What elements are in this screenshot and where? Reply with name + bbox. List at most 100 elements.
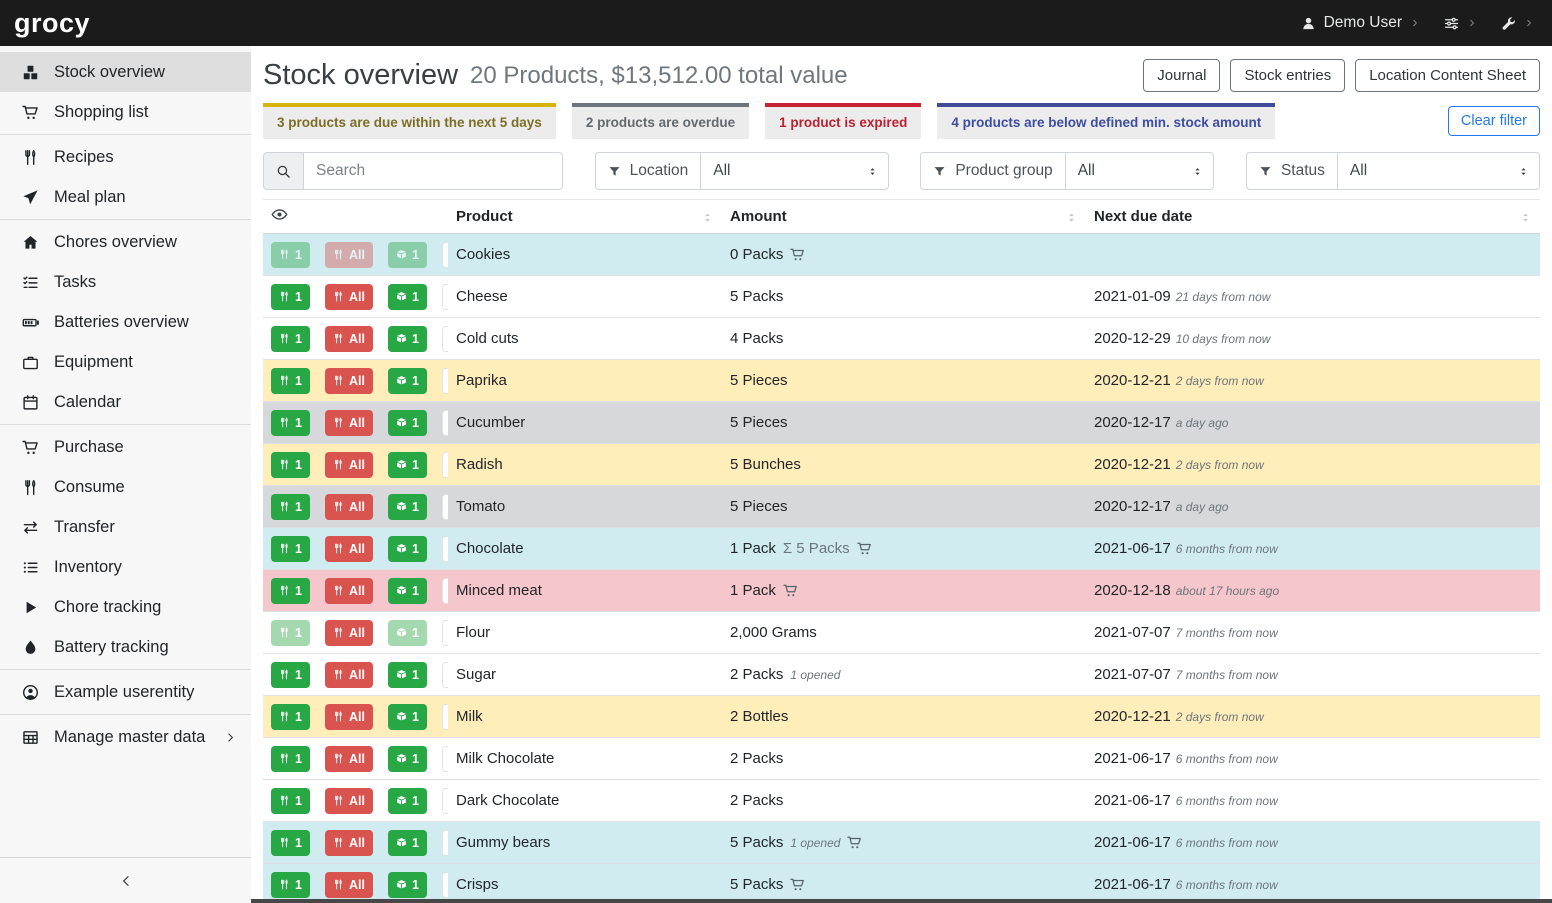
- consume-one-button[interactable]: 1: [271, 494, 310, 520]
- consume-one-button[interactable]: 1: [271, 242, 310, 268]
- row-menu-button[interactable]: [442, 326, 448, 352]
- filter-select[interactable]: All: [1338, 152, 1540, 190]
- product-name[interactable]: Paprika: [456, 372, 507, 389]
- search-input[interactable]: [304, 152, 563, 190]
- admin-menu[interactable]: [1501, 16, 1534, 31]
- product-name[interactable]: Chocolate: [456, 540, 524, 557]
- consume-all-button[interactable]: All: [325, 704, 373, 730]
- product-name[interactable]: Dark Chocolate: [456, 792, 559, 809]
- sidebar-collapse-button[interactable]: [0, 857, 251, 903]
- open-one-button[interactable]: 1: [388, 536, 427, 562]
- row-menu-button[interactable]: [442, 788, 448, 814]
- product-name[interactable]: Sugar: [456, 666, 496, 683]
- open-one-button[interactable]: 1: [388, 872, 427, 898]
- eye-icon[interactable]: [271, 206, 288, 223]
- consume-one-button[interactable]: 1: [271, 536, 310, 562]
- consume-one-button[interactable]: 1: [271, 746, 310, 772]
- sidebar-item-chore-tracking[interactable]: Chore tracking: [0, 587, 251, 627]
- consume-all-button[interactable]: All: [325, 452, 373, 478]
- consume-all-button[interactable]: All: [325, 578, 373, 604]
- consume-all-button[interactable]: All: [325, 410, 373, 436]
- row-menu-button[interactable]: [442, 620, 448, 646]
- product-name[interactable]: Crisps: [456, 876, 499, 893]
- sidebar-item-batteries-overview[interactable]: Batteries overview: [0, 302, 251, 342]
- consume-all-button[interactable]: All: [325, 788, 373, 814]
- consume-all-button[interactable]: All: [325, 284, 373, 310]
- open-one-button[interactable]: 1: [388, 662, 427, 688]
- consume-all-button[interactable]: All: [325, 620, 373, 646]
- sidebar-item-tasks[interactable]: Tasks: [0, 262, 251, 302]
- open-one-button[interactable]: 1: [388, 368, 427, 394]
- consume-one-button[interactable]: 1: [271, 284, 310, 310]
- sort-icon[interactable]: [1519, 211, 1532, 224]
- consume-one-button[interactable]: 1: [271, 788, 310, 814]
- sidebar-item-calendar[interactable]: Calendar: [0, 382, 251, 422]
- sidebar-item-consume[interactable]: Consume: [0, 467, 251, 507]
- consume-one-button[interactable]: 1: [271, 620, 310, 646]
- open-one-button[interactable]: 1: [388, 452, 427, 478]
- column-header-next-due-date[interactable]: Next due date: [1086, 200, 1540, 234]
- consume-all-button[interactable]: All: [325, 830, 373, 856]
- open-one-button[interactable]: 1: [388, 578, 427, 604]
- consume-all-button[interactable]: All: [325, 326, 373, 352]
- horizontal-scrollbar[interactable]: [251, 899, 1552, 903]
- row-menu-button[interactable]: [442, 536, 448, 562]
- column-header-amount[interactable]: Amount: [722, 200, 1086, 234]
- sort-icon[interactable]: [701, 211, 714, 224]
- open-one-button[interactable]: 1: [388, 620, 427, 646]
- consume-one-button[interactable]: 1: [271, 452, 310, 478]
- sidebar-item-inventory[interactable]: Inventory: [0, 547, 251, 587]
- consume-one-button[interactable]: 1: [271, 704, 310, 730]
- sort-icon[interactable]: [1065, 211, 1078, 224]
- sidebar-item-transfer[interactable]: Transfer: [0, 507, 251, 547]
- product-name[interactable]: Cucumber: [456, 414, 525, 431]
- sidebar-item-equipment[interactable]: Equipment: [0, 342, 251, 382]
- open-one-button[interactable]: 1: [388, 830, 427, 856]
- row-menu-button[interactable]: [442, 284, 448, 310]
- open-one-button[interactable]: 1: [388, 746, 427, 772]
- sidebar-item-meal-plan[interactable]: Meal plan: [0, 177, 251, 217]
- open-one-button[interactable]: 1: [388, 242, 427, 268]
- open-one-button[interactable]: 1: [388, 494, 427, 520]
- status-banner[interactable]: 2 products are overdue: [572, 103, 749, 139]
- consume-one-button[interactable]: 1: [271, 326, 310, 352]
- status-banner[interactable]: 4 products are below defined min. stock …: [937, 103, 1275, 139]
- consume-one-button[interactable]: 1: [271, 578, 310, 604]
- product-name[interactable]: Minced meat: [456, 582, 542, 599]
- consume-all-button[interactable]: All: [325, 494, 373, 520]
- product-name[interactable]: Flour: [456, 624, 490, 641]
- sidebar-item-stock-overview[interactable]: Stock overview: [0, 52, 251, 92]
- consume-one-button[interactable]: 1: [271, 662, 310, 688]
- row-menu-button[interactable]: [442, 410, 448, 436]
- consume-all-button[interactable]: All: [325, 368, 373, 394]
- consume-one-button[interactable]: 1: [271, 410, 310, 436]
- sidebar-item-chores-overview[interactable]: Chores overview: [0, 222, 251, 262]
- product-name[interactable]: Milk Chocolate: [456, 750, 554, 767]
- product-name[interactable]: Radish: [456, 456, 503, 473]
- consume-all-button[interactable]: All: [325, 536, 373, 562]
- consume-all-button[interactable]: All: [325, 662, 373, 688]
- column-header-product[interactable]: Product: [448, 200, 722, 234]
- row-menu-button[interactable]: [442, 872, 448, 898]
- row-menu-button[interactable]: [442, 452, 448, 478]
- open-one-button[interactable]: 1: [388, 704, 427, 730]
- clear-filter-button[interactable]: Clear filter: [1448, 106, 1540, 136]
- row-menu-button[interactable]: [442, 746, 448, 772]
- sidebar-item-battery-tracking[interactable]: Battery tracking: [0, 627, 251, 667]
- open-one-button[interactable]: 1: [388, 410, 427, 436]
- product-name[interactable]: Tomato: [456, 498, 505, 515]
- status-banner[interactable]: 1 product is expired: [765, 103, 921, 139]
- consume-all-button[interactable]: All: [325, 242, 373, 268]
- filter-select[interactable]: All: [701, 152, 888, 190]
- product-name[interactable]: Cold cuts: [456, 330, 519, 347]
- filter-select[interactable]: All: [1066, 152, 1215, 190]
- sidebar-item-recipes[interactable]: Recipes: [0, 137, 251, 177]
- row-menu-button[interactable]: [442, 368, 448, 394]
- open-one-button[interactable]: 1: [388, 326, 427, 352]
- row-menu-button[interactable]: [442, 242, 448, 268]
- journal-button[interactable]: Journal: [1143, 59, 1220, 92]
- product-name[interactable]: Cheese: [456, 288, 508, 305]
- stock-entries-button[interactable]: Stock entries: [1230, 59, 1345, 92]
- row-menu-button[interactable]: [442, 830, 448, 856]
- open-one-button[interactable]: 1: [388, 284, 427, 310]
